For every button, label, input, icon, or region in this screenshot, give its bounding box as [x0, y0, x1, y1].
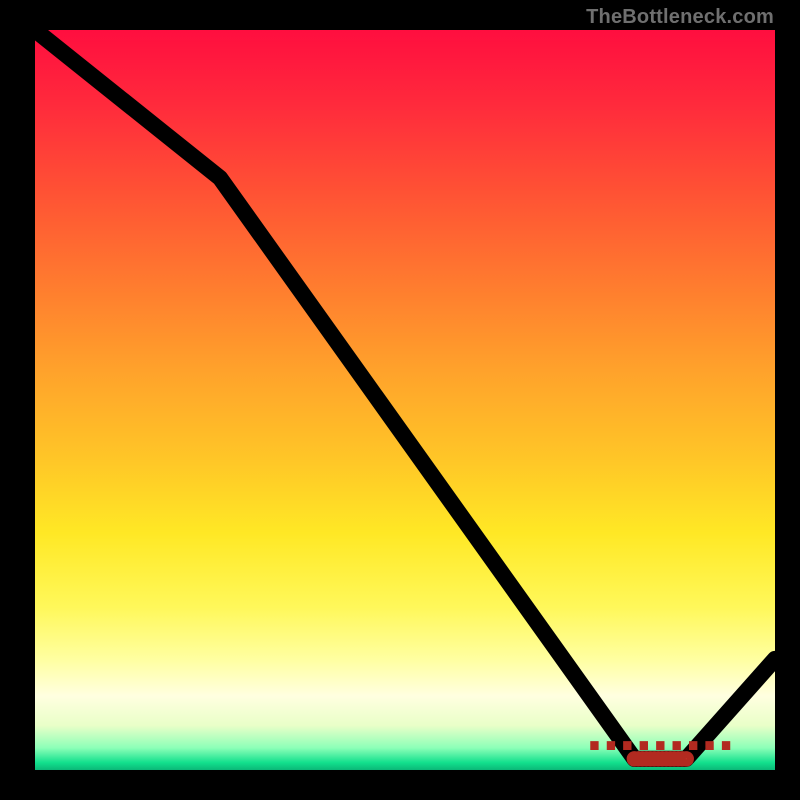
marker-cluster: ......... [586, 696, 734, 763]
marker-cluster-label: ......... [586, 696, 734, 763]
chart-stage: TheBottleneck.com ......... [0, 0, 800, 800]
chart-overlay: ......... [35, 30, 775, 770]
series-line [35, 30, 775, 759]
watermark-text: TheBottleneck.com [586, 6, 774, 29]
